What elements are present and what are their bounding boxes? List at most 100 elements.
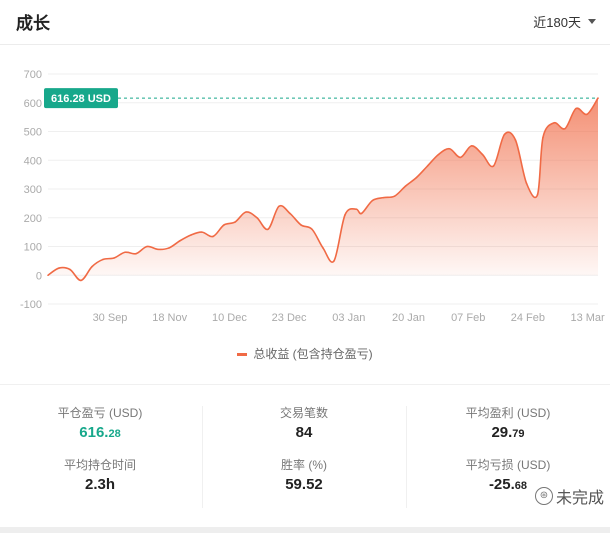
divider — [0, 384, 610, 385]
data-point — [333, 260, 335, 262]
time-range-dropdown[interactable]: 近180天 — [533, 12, 596, 31]
data-point — [481, 153, 484, 156]
data-point — [344, 214, 346, 216]
y-tick-label: 400 — [24, 155, 42, 167]
stat-value: 2.3h — [84, 476, 115, 493]
data-point — [245, 211, 247, 213]
data-point — [536, 193, 539, 196]
x-tick-label: 24 Feb — [511, 312, 545, 324]
x-tick-label: 03 Jan — [332, 312, 365, 324]
data-point — [426, 165, 429, 167]
data-point — [470, 145, 473, 147]
data-point — [564, 127, 566, 130]
data-point — [223, 224, 225, 226]
chevron-down-icon — [588, 19, 596, 24]
data-point — [146, 245, 148, 248]
watermark-text: 未完成 — [555, 490, 604, 507]
stat-label: 平均亏损 (USD) — [465, 458, 551, 472]
stats-column-middle: 交易笔数 84 胜率 (%) 59.52 — [204, 404, 404, 508]
data-point — [157, 248, 159, 251]
page-title: 成长 — [16, 14, 50, 33]
stat-label: 胜率 (%) — [281, 458, 327, 472]
data-point — [69, 268, 71, 271]
y-tick-label: 700 — [24, 69, 42, 81]
data-point — [289, 212, 291, 215]
data-point — [267, 228, 269, 231]
data-point — [382, 196, 385, 199]
data-point — [300, 224, 302, 226]
data-point — [212, 235, 214, 238]
data-point — [415, 176, 418, 179]
data-point — [135, 252, 137, 255]
data-point — [234, 221, 236, 223]
x-tick-label: 10 Dec — [212, 312, 247, 324]
wechat-channel-icon: ⊛ — [534, 487, 553, 505]
stat-value: 616.28 — [79, 424, 121, 441]
data-point — [278, 205, 280, 208]
data-point — [256, 216, 258, 219]
bottom-bar — [0, 527, 610, 533]
x-tick-label: 30 Sep — [93, 312, 128, 324]
data-point — [113, 257, 115, 259]
data-point — [80, 279, 82, 282]
header-bar: 成长 近180天 — [0, 0, 610, 45]
chart-legend[interactable]: 总收益 (包含持仓盈亏) — [0, 345, 610, 362]
stats-panel: 平仓盈亏 (USD) 616.28 平均持仓时间 2.3h 交易笔数 84 胜率… — [0, 392, 610, 520]
data-point — [514, 139, 517, 141]
stat-label: 交易笔数 — [279, 406, 328, 420]
y-tick-label: 500 — [24, 127, 42, 139]
legend-swatch — [237, 353, 248, 357]
data-point — [553, 122, 555, 124]
data-point — [201, 231, 203, 233]
time-range-label: 近180天 — [533, 15, 581, 30]
data-point — [503, 133, 506, 136]
data-point — [371, 199, 374, 202]
data-point — [360, 212, 363, 215]
data-point — [575, 107, 577, 110]
y-tick-label: 0 — [36, 270, 42, 282]
stat-value: 59.52 — [285, 476, 323, 493]
x-tick-label: 07 Feb — [451, 312, 485, 324]
data-point — [393, 195, 396, 197]
stat-value: 84 — [295, 424, 313, 441]
data-point — [190, 234, 192, 236]
data-point — [448, 147, 451, 150]
stat-trade-count: 交易笔数 84 — [204, 404, 404, 456]
data-point — [124, 251, 126, 254]
data-point — [459, 156, 462, 159]
stat-label: 平均持仓时间 — [63, 458, 136, 472]
stat-value: 29.79 — [491, 424, 525, 441]
stat-avg-hold-time: 平均持仓时间 2.3h — [0, 456, 200, 508]
x-tick-label: 23 Dec — [272, 312, 307, 324]
stats-divider — [202, 406, 203, 508]
data-point — [311, 228, 313, 231]
data-point — [355, 208, 357, 210]
data-point — [525, 182, 528, 185]
y-tick-label: 300 — [24, 184, 42, 196]
y-tick-label: 600 — [24, 98, 42, 110]
data-point — [597, 97, 599, 99]
legend-label: 总收益 (包含持仓盈亏) — [253, 347, 373, 361]
stat-label: 平均盈利 (USD) — [465, 406, 551, 420]
data-point — [322, 247, 324, 249]
data-point — [91, 265, 93, 268]
data-point — [492, 165, 495, 167]
data-point — [586, 113, 588, 116]
y-tick-label: 200 — [24, 213, 42, 225]
stat-avg-profit: 平均盈利 (USD) 29.79 — [408, 404, 608, 456]
x-tick-label: 18 Nov — [152, 312, 187, 324]
current-value-label: 616.28 USD — [51, 93, 111, 105]
data-point — [168, 247, 170, 249]
stat-win-rate: 胜率 (%) 59.52 — [204, 456, 404, 508]
data-point — [47, 274, 49, 277]
y-tick-label: 100 — [24, 242, 42, 254]
stat-label: 平仓盈亏 (USD) — [57, 406, 143, 420]
watermark: ⊛ 未完成 — [534, 484, 604, 508]
x-tick-label: 13 Mar — [570, 312, 605, 324]
stats-column-left: 平仓盈亏 (USD) 616.28 平均持仓时间 2.3h — [0, 404, 200, 508]
y-tick-label: -100 — [20, 299, 42, 311]
growth-chart: 700 600 500 400 300 200 100 0 -100 30 Sep 18 Nov 10… — [20, 69, 605, 324]
data-point — [542, 136, 544, 139]
stats-divider — [406, 406, 407, 508]
stat-closed-pnl: 平仓盈亏 (USD) 616.28 — [0, 404, 200, 456]
